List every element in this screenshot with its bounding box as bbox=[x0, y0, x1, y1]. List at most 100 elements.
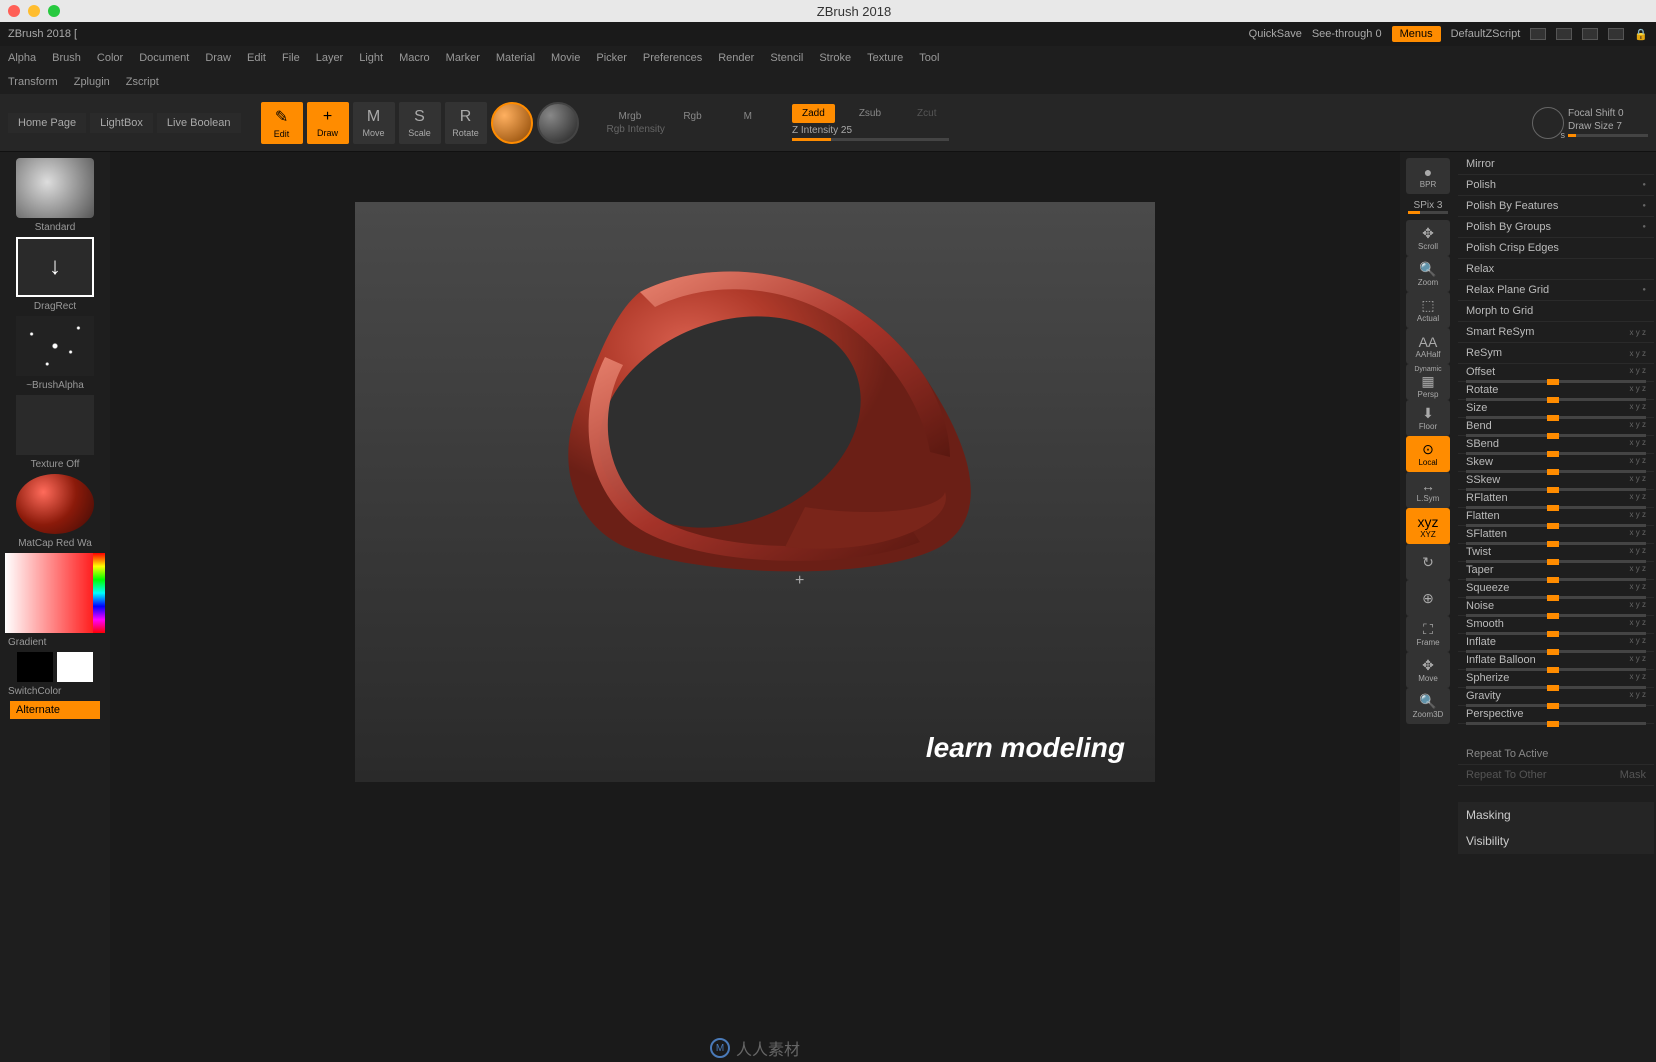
lsym-button[interactable]: ↔L.Sym bbox=[1406, 472, 1450, 508]
polish-by-groups-item[interactable]: Polish By Groups bbox=[1458, 217, 1654, 238]
swatch-secondary[interactable] bbox=[17, 652, 53, 682]
texture-thumbnail[interactable] bbox=[16, 395, 94, 455]
hue-bar[interactable] bbox=[93, 553, 105, 633]
scroll-button[interactable]: ✥Scroll bbox=[1406, 220, 1450, 256]
menu-alpha[interactable]: Alpha bbox=[8, 52, 36, 64]
offset-item[interactable]: Offsetx y z bbox=[1458, 364, 1654, 382]
menu-picker[interactable]: Picker bbox=[596, 52, 627, 64]
sflatten-item[interactable]: SFlattenx y z bbox=[1458, 526, 1654, 544]
maximize-window-button[interactable] bbox=[48, 5, 60, 17]
actual-button[interactable]: ⬚Actual bbox=[1406, 292, 1450, 328]
menu-zplugin[interactable]: Zplugin bbox=[74, 76, 110, 88]
zscript-label[interactable]: DefaultZScript bbox=[1451, 28, 1521, 40]
sbend-item[interactable]: SBendx y z bbox=[1458, 436, 1654, 454]
aahalf-button[interactable]: AAAAHalf bbox=[1406, 328, 1450, 364]
m-mode[interactable]: M bbox=[732, 111, 764, 122]
material-thumbnail[interactable] bbox=[16, 474, 94, 534]
viewport[interactable]: + learn modeling bbox=[355, 202, 1155, 782]
draw-size-track[interactable] bbox=[1568, 134, 1648, 137]
menu-render[interactable]: Render bbox=[718, 52, 754, 64]
inflate-item[interactable]: Inflatex y z bbox=[1458, 634, 1654, 652]
bend-item[interactable]: Bendx y z bbox=[1458, 418, 1654, 436]
gizmo-3d-button[interactable] bbox=[491, 102, 533, 144]
rflatten-item[interactable]: RFlattenx y z bbox=[1458, 490, 1654, 508]
twist-item[interactable]: Twistx y z bbox=[1458, 544, 1654, 562]
skew-item[interactable]: Skewx y z bbox=[1458, 454, 1654, 472]
layout-icon-2[interactable] bbox=[1556, 28, 1572, 40]
scale-tool[interactable]: SScale bbox=[399, 102, 441, 144]
floor-button[interactable]: ⬇Floor bbox=[1406, 400, 1450, 436]
persp-button[interactable]: Dynamic▦Persp bbox=[1406, 364, 1450, 400]
perspective-item[interactable]: Perspective bbox=[1458, 706, 1654, 724]
color-picker[interactable] bbox=[5, 553, 105, 633]
homepage-button[interactable]: Home Page bbox=[8, 113, 86, 133]
switchcolor-button[interactable]: SwitchColor bbox=[4, 686, 61, 697]
size-item[interactable]: Sizex y z bbox=[1458, 400, 1654, 418]
local-button[interactable]: ⊙Local bbox=[1406, 436, 1450, 472]
tool-button[interactable]: ↻ bbox=[1406, 544, 1450, 580]
layout-icon-3[interactable] bbox=[1582, 28, 1598, 40]
zcut-mode[interactable]: Zcut bbox=[905, 108, 948, 119]
minimize-window-button[interactable] bbox=[28, 5, 40, 17]
morph-to-grid-item[interactable]: Morph to Grid bbox=[1458, 301, 1654, 322]
rotate-tool[interactable]: RRotate bbox=[445, 102, 487, 144]
bpr-button[interactable]: ●BPR bbox=[1406, 158, 1450, 194]
menu-preferences[interactable]: Preferences bbox=[643, 52, 702, 64]
layout-icon-4[interactable] bbox=[1608, 28, 1624, 40]
rgb-mode[interactable]: Rgb bbox=[671, 111, 713, 122]
z-intensity-slider[interactable]: Z Intensity 25 bbox=[792, 125, 948, 136]
rgb-intensity-label[interactable]: Rgb Intensity bbox=[607, 124, 765, 135]
visibility-section[interactable]: Visibility bbox=[1458, 828, 1654, 854]
menu-marker[interactable]: Marker bbox=[446, 52, 480, 64]
resym-item[interactable]: ReSymx y z bbox=[1458, 343, 1654, 364]
brush-thumbnail[interactable] bbox=[16, 158, 94, 218]
repeat-to-active-button[interactable]: Repeat To Active bbox=[1458, 744, 1654, 765]
gravity-item[interactable]: Gravityx y z bbox=[1458, 688, 1654, 706]
zoom-button[interactable]: 🔍Zoom bbox=[1406, 256, 1450, 292]
menu-light[interactable]: Light bbox=[359, 52, 383, 64]
xyz-button[interactable]: xyzXYZ bbox=[1406, 508, 1450, 544]
menu-material[interactable]: Material bbox=[496, 52, 535, 64]
liveboolean-button[interactable]: Live Boolean bbox=[157, 113, 241, 133]
polish-crisp-edges-item[interactable]: Polish Crisp Edges bbox=[1458, 238, 1654, 259]
quicksave-button[interactable]: QuickSave bbox=[1249, 28, 1302, 40]
move-tool[interactable]: MMove bbox=[353, 102, 395, 144]
spix-slider[interactable]: SPix 3 bbox=[1408, 200, 1448, 214]
menu-transform[interactable]: Transform bbox=[8, 76, 58, 88]
gradient-label[interactable]: Gradient bbox=[4, 637, 46, 648]
mrgb-mode[interactable]: Mrgb bbox=[607, 111, 654, 122]
draw-tool[interactable]: +Draw bbox=[307, 102, 349, 144]
alternate-button[interactable]: Alternate bbox=[10, 701, 100, 719]
squeeze-item[interactable]: Squeezex y z bbox=[1458, 580, 1654, 598]
layout-icon-1[interactable] bbox=[1530, 28, 1546, 40]
menu-tool[interactable]: Tool bbox=[919, 52, 939, 64]
sculptris-button[interactable] bbox=[537, 102, 579, 144]
seethrough-slider[interactable]: See-through 0 bbox=[1312, 28, 1382, 40]
menu-edit[interactable]: Edit bbox=[247, 52, 266, 64]
sskew-item[interactable]: SSkewx y z bbox=[1458, 472, 1654, 490]
draw-size-label[interactable]: Draw Size 7 bbox=[1568, 121, 1648, 132]
stroke-thumbnail[interactable]: ↓ bbox=[16, 237, 94, 297]
taper-item[interactable]: Taperx y z bbox=[1458, 562, 1654, 580]
relax-plane-grid-item[interactable]: Relax Plane Grid bbox=[1458, 280, 1654, 301]
flatten-item[interactable]: Flattenx y z bbox=[1458, 508, 1654, 526]
inflate-balloon-item[interactable]: Inflate Balloonx y z bbox=[1458, 652, 1654, 670]
menu-stencil[interactable]: Stencil bbox=[770, 52, 803, 64]
tool-button[interactable]: ⊕ bbox=[1406, 580, 1450, 616]
zoom3d-button[interactable]: 🔍Zoom3D bbox=[1406, 688, 1450, 724]
lightbox-button[interactable]: LightBox bbox=[90, 113, 153, 133]
canvas-area[interactable]: + learn modeling M 人人素材 bbox=[110, 152, 1400, 1062]
menu-brush[interactable]: Brush bbox=[52, 52, 81, 64]
menu-document[interactable]: Document bbox=[139, 52, 189, 64]
noise-item[interactable]: Noisex y z bbox=[1458, 598, 1654, 616]
swatch-primary[interactable] bbox=[57, 652, 93, 682]
masking-section[interactable]: Masking bbox=[1458, 802, 1654, 828]
polish-item[interactable]: Polish bbox=[1458, 175, 1654, 196]
zadd-mode[interactable]: Zadd bbox=[792, 104, 835, 123]
menu-stroke[interactable]: Stroke bbox=[819, 52, 851, 64]
menu-layer[interactable]: Layer bbox=[316, 52, 344, 64]
repeat-to-other-button[interactable]: Repeat To OtherMask bbox=[1458, 765, 1654, 786]
close-window-button[interactable] bbox=[8, 5, 20, 17]
menu-zscript[interactable]: Zscript bbox=[126, 76, 159, 88]
menu-texture[interactable]: Texture bbox=[867, 52, 903, 64]
